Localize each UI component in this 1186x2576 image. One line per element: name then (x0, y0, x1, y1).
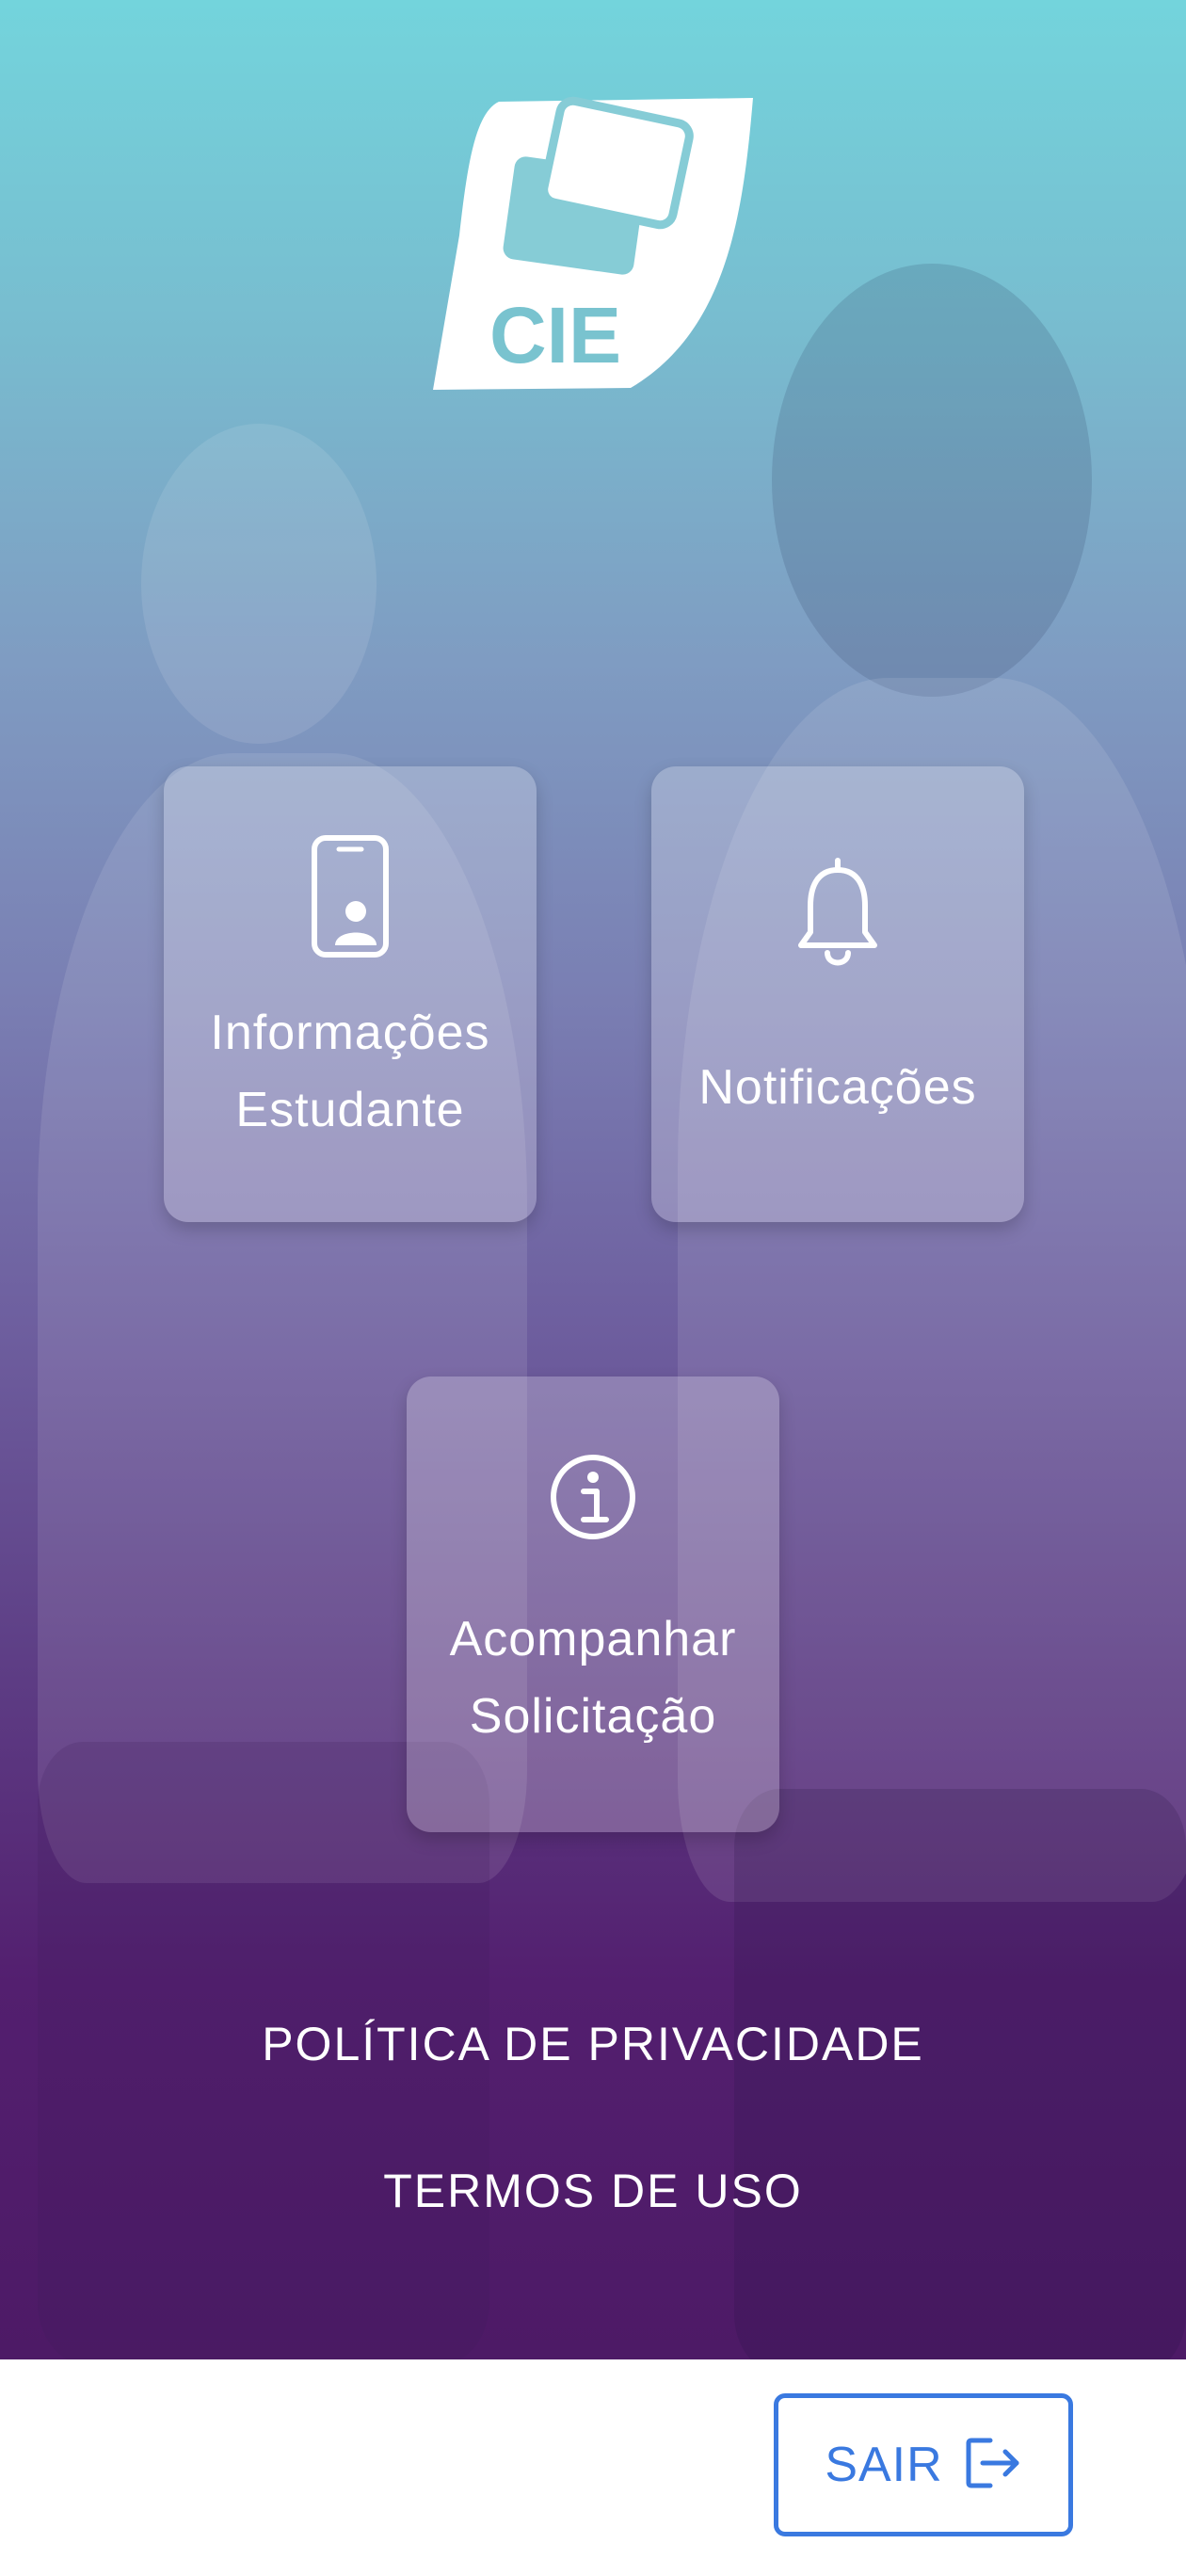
sair-label: SAIR (825, 2438, 943, 2492)
cie-logo: CIE (433, 94, 753, 395)
info-icon (407, 1452, 779, 1542)
acompanhar-solicitacao-label: Acompanhar Solicitação (449, 1612, 737, 1744)
background-photo-shape (141, 424, 377, 744)
background-photo-shape (734, 1789, 1186, 2359)
informacoes-estudante-label: Informações Estudante (210, 1006, 490, 1137)
hero-background: CIE Informações Estudante Notificações A… (0, 0, 1186, 2359)
politica-privacidade-link[interactable]: POLÍTICA DE PRIVACIDADE (0, 2017, 1186, 2071)
bell-icon (651, 857, 1024, 975)
phone-user-icon (164, 834, 537, 958)
notificacoes-tile[interactable]: Notificações (651, 766, 1024, 1222)
acompanhar-solicitacao-tile[interactable]: Acompanhar Solicitação (407, 1377, 779, 1832)
sair-button[interactable]: SAIR (774, 2393, 1073, 2536)
logout-icon (964, 2435, 1022, 2496)
logo-text: CIE (489, 291, 621, 379)
notificacoes-label: Notificações (698, 1060, 977, 1115)
background-photo-shape (772, 264, 1092, 697)
informacoes-estudante-tile[interactable]: Informações Estudante (164, 766, 537, 1222)
termos-de-uso-link[interactable]: TERMOS DE USO (0, 2164, 1186, 2218)
